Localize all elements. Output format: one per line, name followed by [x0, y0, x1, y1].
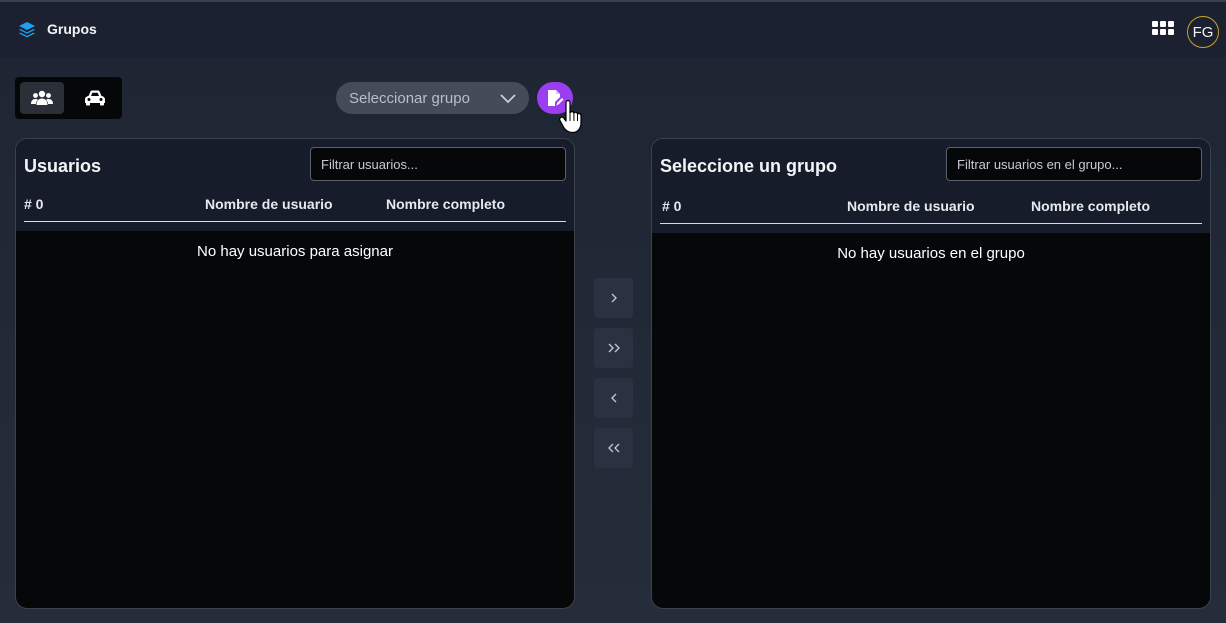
chevron-right-icon	[611, 293, 617, 303]
panel-title: Seleccione un grupo	[660, 156, 838, 176]
panel-header: Seleccione un grupo # 0 Nombre de usuari…	[652, 139, 1210, 233]
users-icon	[31, 90, 53, 105]
vehicles-view-button[interactable]	[73, 82, 117, 114]
move-all-right-button[interactable]	[594, 328, 633, 368]
view-toggle	[15, 77, 122, 119]
car-icon	[85, 90, 105, 106]
page-title: Grupos	[47, 21, 97, 37]
move-selected-right-button[interactable]	[594, 278, 633, 318]
chevron-down-icon	[500, 94, 516, 104]
apps-grid-icon[interactable]	[1152, 21, 1174, 39]
move-all-left-button[interactable]	[594, 428, 633, 468]
group-select[interactable]: Seleccionar grupo	[336, 82, 529, 114]
filter-group-users-input[interactable]	[946, 147, 1202, 181]
chevron-left-icon	[610, 393, 616, 403]
users-view-button[interactable]	[20, 82, 64, 114]
move-selected-left-button[interactable]	[594, 378, 633, 418]
user-avatar[interactable]: FG	[1187, 16, 1219, 48]
column-header-fullname[interactable]: Nombre completo	[386, 196, 505, 212]
app-header: Grupos FG	[0, 2, 1226, 58]
double-chevron-left-icon	[607, 443, 619, 453]
column-header-username[interactable]: Nombre de usuario	[847, 198, 975, 214]
divider	[660, 223, 1202, 224]
panel-header: Usuarios # 0 Nombre de usuario Nombre co…	[16, 139, 574, 231]
layers-icon	[19, 22, 35, 38]
panel-title: Usuarios	[24, 156, 102, 176]
double-chevron-right-icon	[608, 343, 620, 353]
divider	[24, 221, 566, 222]
filter-users-input[interactable]	[310, 147, 566, 181]
column-header-fullname[interactable]: Nombre completo	[1031, 198, 1150, 214]
empty-state-message: No hay usuarios en el grupo	[837, 245, 1025, 262]
hand-pointer-cursor-icon	[559, 100, 582, 134]
column-header-username[interactable]: Nombre de usuario	[205, 196, 333, 212]
empty-state-message: No hay usuarios para asignar	[197, 243, 393, 260]
column-header-count[interactable]: # 0	[24, 196, 43, 212]
column-header-count[interactable]: # 0	[662, 198, 681, 214]
available-users-panel: Usuarios # 0 Nombre de usuario Nombre co…	[15, 138, 575, 609]
group-users-panel: Seleccione un grupo # 0 Nombre de usuari…	[651, 138, 1211, 609]
group-select-value: Seleccionar grupo	[349, 90, 470, 107]
